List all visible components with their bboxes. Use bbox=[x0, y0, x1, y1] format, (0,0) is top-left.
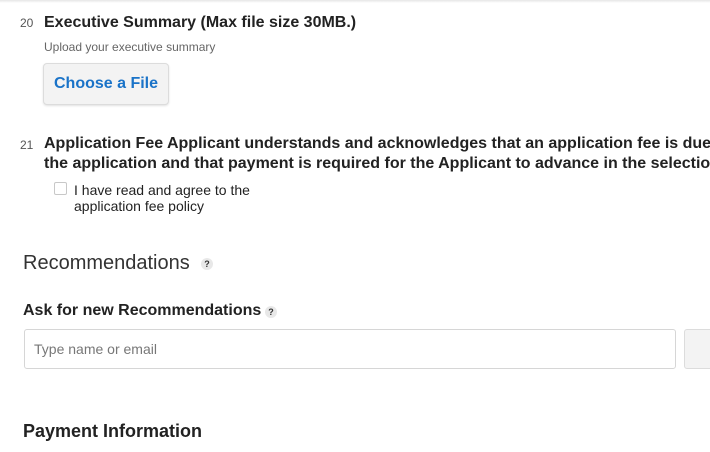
question-number-21: 21 bbox=[20, 138, 34, 152]
fee-policy-checkbox[interactable] bbox=[54, 182, 67, 195]
top-divider bbox=[0, 0, 710, 3]
ask-recommendations-heading: Ask for new Recommendations bbox=[23, 302, 262, 319]
question-mark-icon[interactable]: ? bbox=[265, 306, 277, 318]
question-number-20: 20 bbox=[20, 16, 34, 30]
application-form-page: 20 Executive Summary (Max file size 30MB… bbox=[0, 0, 710, 452]
question-description: Upload your executive summary bbox=[44, 40, 216, 54]
question-mark-icon[interactable]: ? bbox=[201, 258, 213, 270]
fee-policy-checkbox-label[interactable]: I have read and agree to the application… bbox=[74, 182, 284, 214]
payment-information-heading: Payment Information bbox=[23, 421, 203, 441]
question-title-executive-summary: Executive Summary (Max file size 30MB.) bbox=[44, 14, 357, 31]
question-title-application-fee-line-2: the application and that payment is requ… bbox=[44, 155, 710, 172]
recommendations-heading: Recommendations bbox=[23, 252, 190, 274]
choose-file-button[interactable]: Choose a File bbox=[43, 63, 169, 105]
add-recommendation-button[interactable] bbox=[684, 329, 710, 369]
recommendation-search-input[interactable] bbox=[24, 329, 676, 369]
question-title-application-fee-line-1: Application Fee Applicant understands an… bbox=[44, 135, 710, 152]
